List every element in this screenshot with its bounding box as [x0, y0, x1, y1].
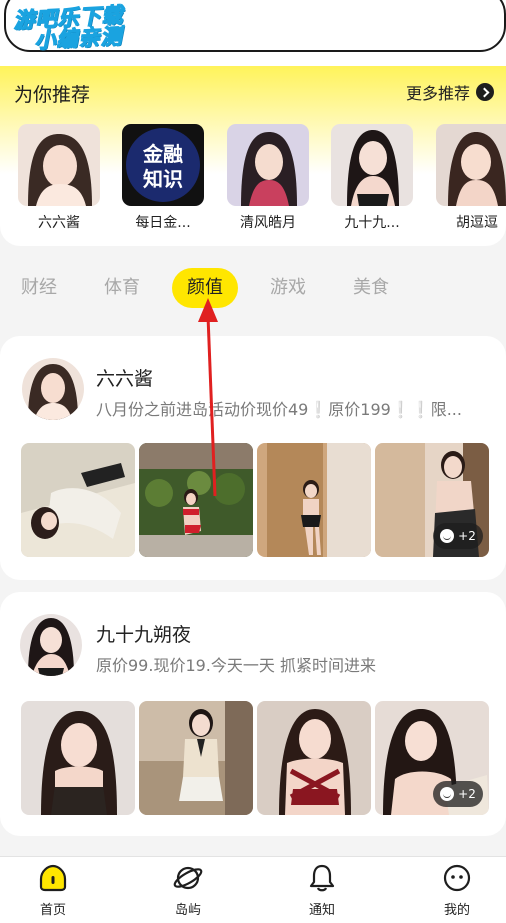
- home-icon: [39, 864, 67, 892]
- feed-photo[interactable]: [139, 443, 253, 557]
- feed-author-name[interactable]: 九十九朔夜: [96, 620, 191, 647]
- chevron-right-icon: [476, 83, 494, 101]
- avatar: [18, 124, 100, 206]
- feed-card[interactable]: 九十九朔夜 原价99.现价19.今天一天 抓紧时间进来 +2: [0, 592, 506, 836]
- watermark: 游吧乐下载 小编亲测: [12, 3, 125, 54]
- feed-photo[interactable]: [257, 701, 371, 815]
- recommend-item-name: 九十九...: [344, 215, 400, 231]
- nav-item-notify[interactable]: 通知: [292, 863, 352, 918]
- svg-text:知识: 知识: [143, 167, 183, 191]
- avatar: 金融 知识: [122, 124, 204, 206]
- avatar[interactable]: [20, 614, 82, 676]
- recommend-item[interactable]: 胡逗逗: [436, 124, 506, 232]
- exclamation-mark: ❕: [410, 400, 431, 419]
- more-photos-badge[interactable]: +2: [433, 523, 483, 549]
- bell-icon: [309, 864, 335, 892]
- recommend-title: 为你推荐: [14, 84, 91, 106]
- watermark-line-2: 小编亲测: [33, 24, 124, 54]
- tab-looks[interactable]: 颜值: [172, 268, 238, 308]
- feed-photo[interactable]: +2: [375, 701, 489, 815]
- recommend-item[interactable]: 金融 知识 每日金...: [122, 124, 204, 232]
- feed-description: 八月份之前进岛活动价现价49❕原价199❕❕限...: [96, 396, 486, 420]
- avatar[interactable]: [22, 358, 84, 420]
- nav-item-profile[interactable]: 我的: [427, 863, 487, 918]
- nav-label: 首页: [39, 903, 66, 918]
- avatar: [227, 124, 309, 206]
- feed-author-name[interactable]: 六六酱: [96, 364, 153, 391]
- recommend-panel: 为你推荐 更多推荐 六六酱 金融 知识 每日金... 清风皓月 九十九... 胡…: [0, 66, 506, 246]
- more-recommend-link[interactable]: 更多推荐: [406, 80, 494, 104]
- recommend-item-name: 清风皓月: [240, 215, 296, 231]
- svg-text:金融: 金融: [142, 142, 183, 166]
- recommend-item[interactable]: 九十九...: [331, 124, 413, 232]
- recommend-item-name: 胡逗逗: [456, 215, 498, 231]
- nav-item-island[interactable]: 岛屿: [158, 863, 218, 918]
- recommend-item[interactable]: 清风皓月: [227, 124, 309, 232]
- feed-description: 原价99.现价19.今天一天 抓紧时间进来: [96, 656, 376, 675]
- smile-icon: [440, 529, 455, 543]
- more-photos-badge[interactable]: +2: [433, 781, 483, 807]
- feed-card[interactable]: 六六酱 八月份之前进岛活动价现价49❕原价199❕❕限... +2: [0, 336, 506, 580]
- feed-photo[interactable]: [21, 701, 135, 815]
- planet-icon: [173, 866, 203, 890]
- tab-games[interactable]: 游戏: [263, 268, 313, 308]
- feed-photo[interactable]: +2: [375, 443, 489, 557]
- profile-face-icon: [443, 864, 471, 892]
- more-photos-count: +2: [458, 529, 476, 543]
- avatar: [331, 124, 413, 206]
- tab-food[interactable]: 美食: [346, 268, 396, 308]
- exclamation-mark: ❕: [308, 400, 329, 419]
- recommend-item-name: 每日金...: [135, 215, 191, 231]
- top-bar: 游吧乐下载 小编亲测: [0, 0, 506, 66]
- desc-segment: 原价199: [328, 400, 391, 419]
- nav-item-home[interactable]: 首页: [23, 863, 83, 918]
- nav-label: 我的: [443, 903, 470, 918]
- more-photos-count: +2: [458, 787, 476, 801]
- category-tabs: 财经 体育 颜值 游戏 美食: [0, 268, 506, 312]
- bottom-nav: 首页 岛屿 通知 我的: [0, 856, 506, 923]
- desc-segment: 限...: [430, 400, 462, 419]
- nav-label: 岛屿: [174, 903, 201, 918]
- feed-photo[interactable]: [139, 701, 253, 815]
- feed-photo[interactable]: [21, 443, 135, 557]
- avatar: [436, 124, 506, 206]
- recommend-item[interactable]: 六六酱: [18, 124, 100, 232]
- tab-finance[interactable]: 财经: [14, 268, 64, 308]
- desc-segment: 八月份之前进岛活动价现价49: [96, 400, 309, 419]
- exclamation-mark: ❕: [390, 400, 411, 419]
- smile-icon: [440, 787, 455, 801]
- nav-label: 通知: [308, 903, 335, 918]
- more-recommend-label: 更多推荐: [405, 84, 470, 103]
- tab-sports[interactable]: 体育: [97, 268, 147, 308]
- feed-photo[interactable]: [257, 443, 371, 557]
- recommend-item-name: 六六酱: [38, 215, 80, 231]
